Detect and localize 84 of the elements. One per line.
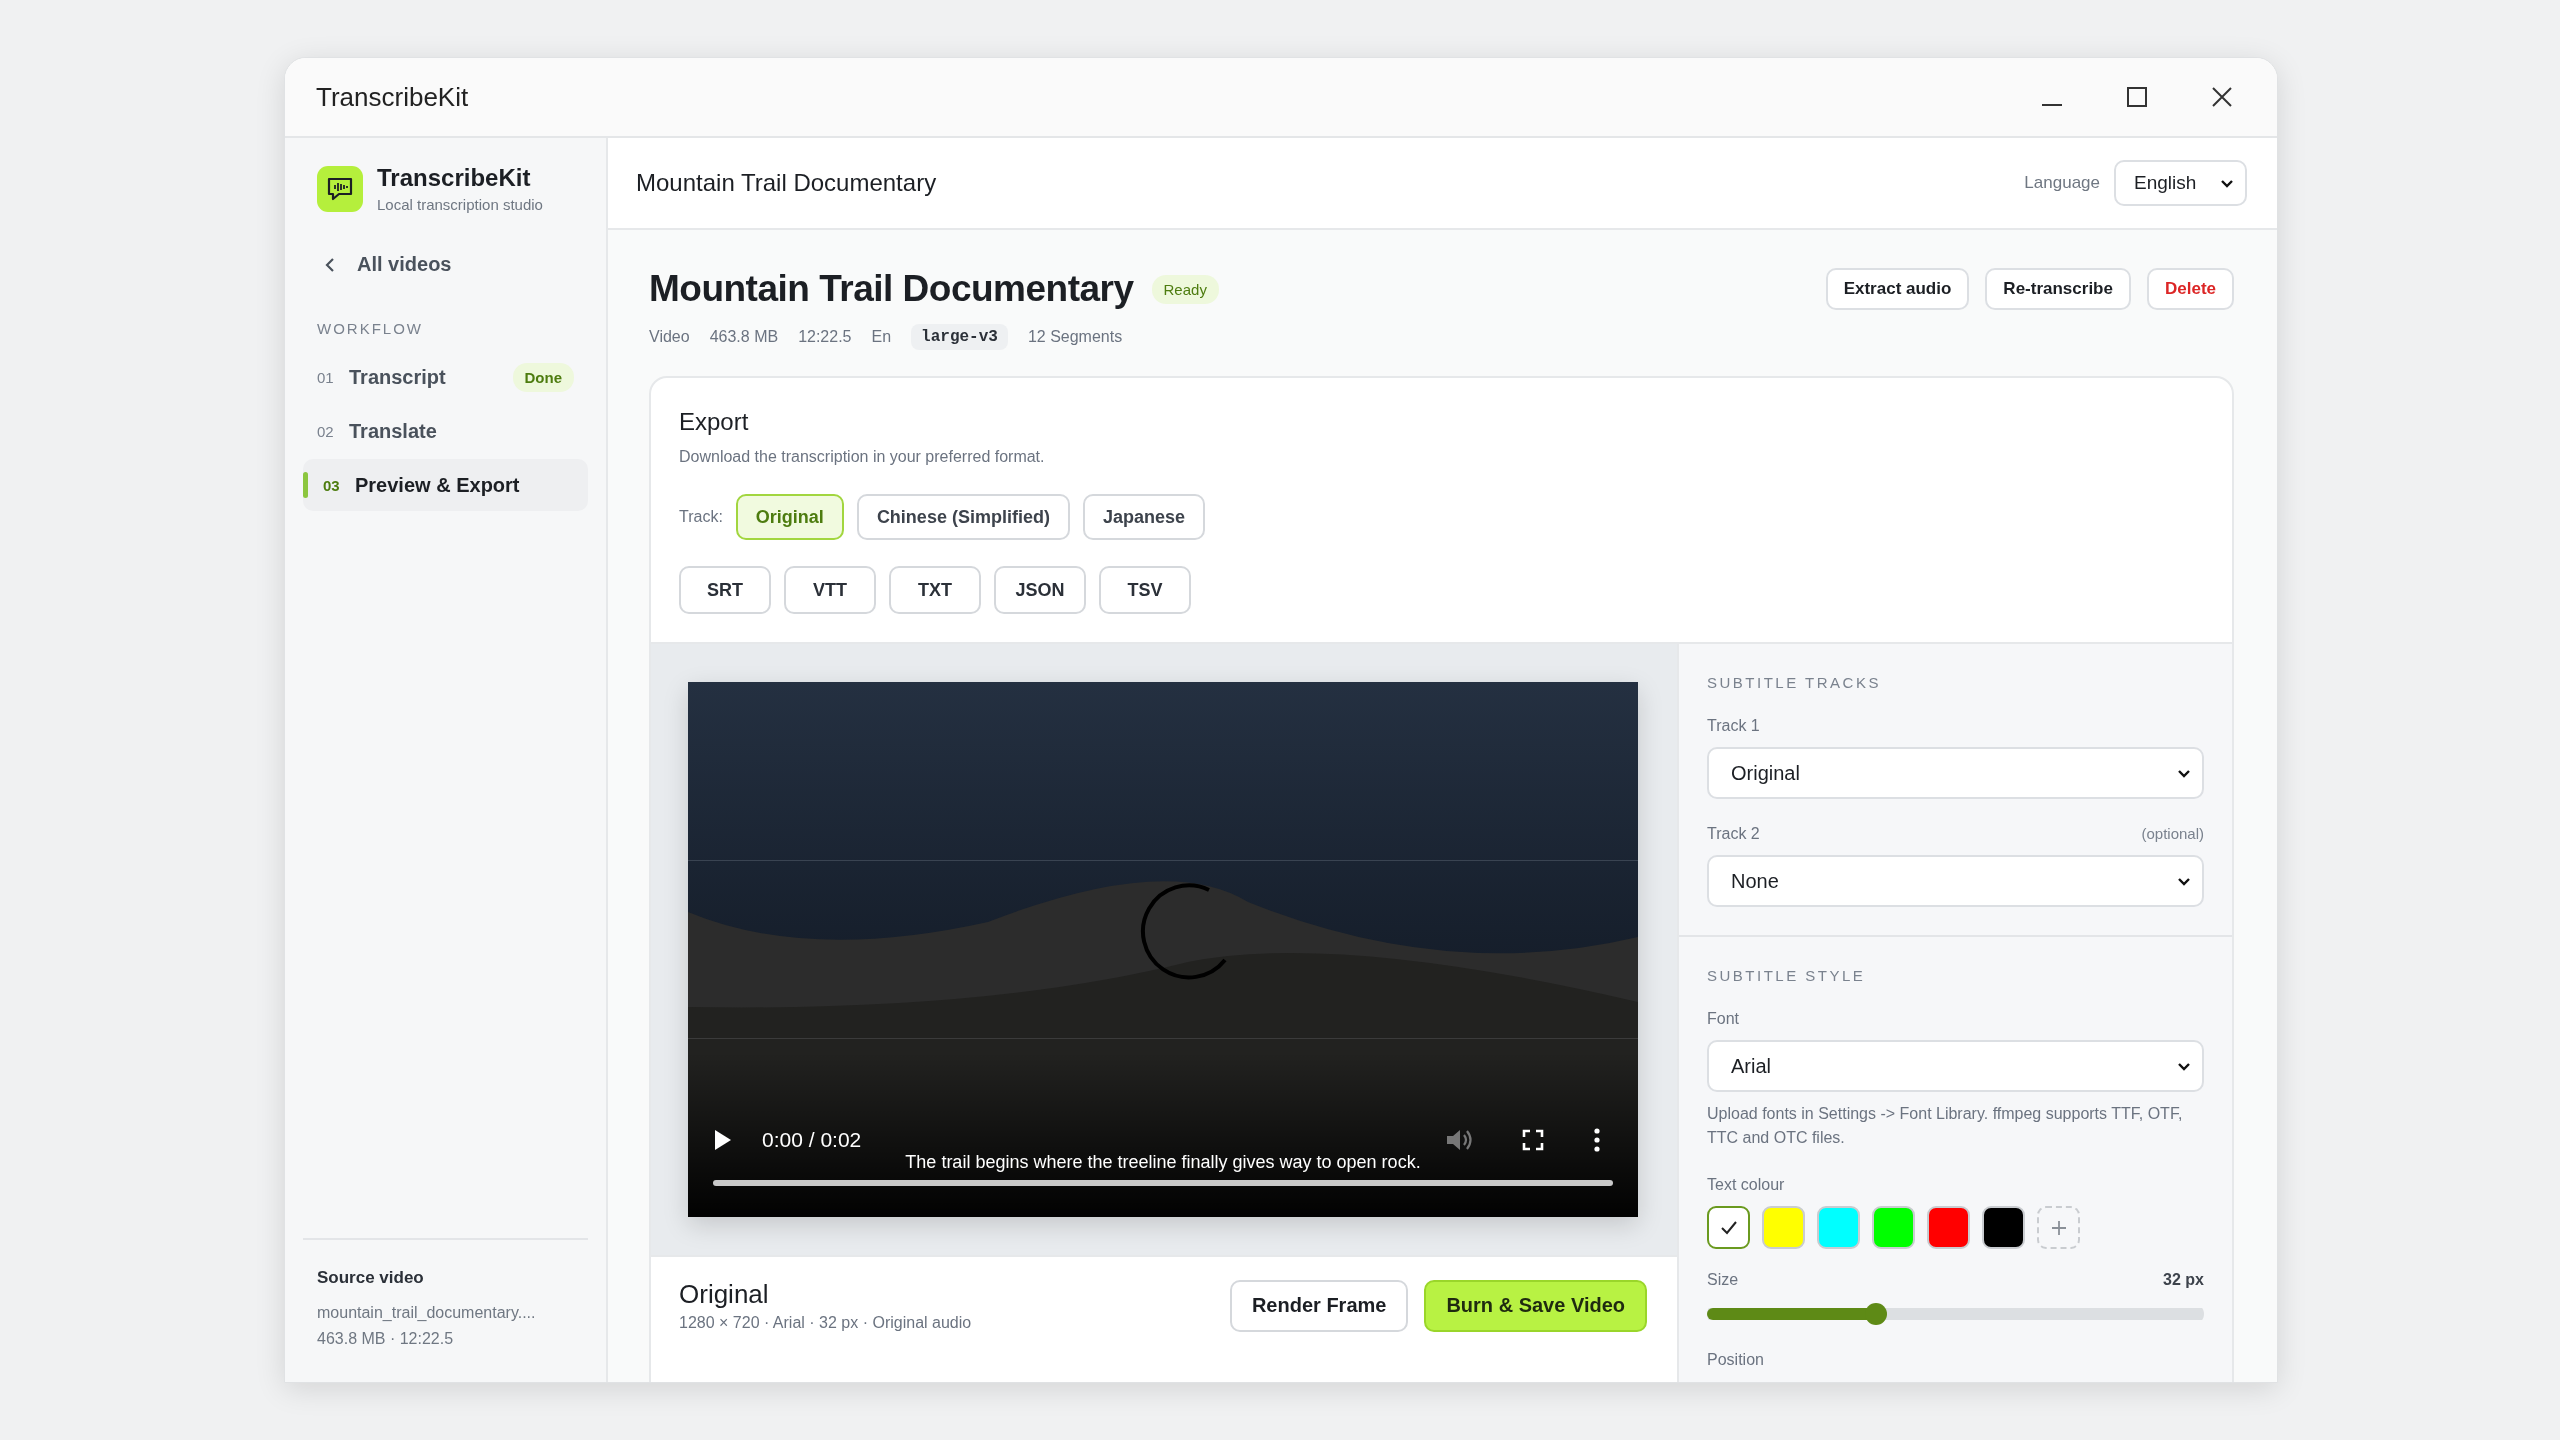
track-option[interactable]: Chinese (Simplified): [856, 494, 1070, 540]
delete-button[interactable]: Delete: [2146, 268, 2234, 310]
track-option[interactable]: Original: [735, 494, 844, 540]
back-link[interactable]: All videos: [325, 253, 452, 276]
volume-icon[interactable]: [1445, 1127, 1473, 1153]
video-title: Mountain Trail Documentary: [649, 268, 1134, 310]
back-icon: [325, 256, 335, 273]
field-label: Font: [1707, 1010, 1739, 1028]
meta-text: En: [871, 328, 892, 346]
time-display: 0:00 / 0:02: [762, 1128, 862, 1152]
size-value: 32 px: [2163, 1271, 2204, 1289]
field-label: Size: [1707, 1271, 1739, 1289]
step-number: 01: [317, 368, 335, 386]
workflow-step[interactable]: 02 Translate: [303, 405, 588, 457]
source-details: 463.8 MB · 12:22.5: [317, 1329, 455, 1349]
colour-swatch[interactable]: [1872, 1206, 1915, 1249]
optional-hint: (optional): [2141, 825, 2204, 843]
format-button[interactable]: TXT: [889, 566, 981, 614]
source-filename: mountain_trail_documentary....: [317, 1303, 537, 1323]
render-button[interactable]: Render Frame: [1229, 1279, 1409, 1332]
format-button[interactable]: TSV: [1099, 566, 1191, 614]
language-select[interactable]: English: [2114, 160, 2247, 206]
colour-swatch[interactable]: [1817, 1206, 1860, 1249]
section-heading: SUBTITLE TRACKS: [1707, 674, 1882, 691]
section-heading: SUBTITLE STYLE: [1707, 967, 1867, 984]
language-label: Language: [2024, 173, 2100, 193]
active-indicator: [303, 472, 308, 498]
field-label: Position: [1707, 1351, 1765, 1369]
format-button[interactable]: JSON: [994, 566, 1086, 614]
track-option[interactable]: Japanese: [1082, 494, 1205, 540]
step-number: 03: [323, 476, 341, 494]
help-text: Upload fonts in Settings -> Font Library. ffmpeg supports TTF, OTF, TTC and OTC files.: [1707, 1104, 2184, 1148]
field-label: Track 2: [1707, 825, 1760, 843]
card-description: Download the transcription in your preferred format.: [679, 448, 1046, 466]
status-badge: Done: [512, 362, 574, 392]
workflow-step[interactable]: 01 Transcript Done: [303, 351, 588, 403]
segment-count: 12 Segments: [1027, 328, 1123, 346]
track-label: Track:: [679, 508, 723, 526]
slider-thumb[interactable]: [1864, 1303, 1887, 1325]
workflow-step[interactable]: 03 Preview & Export: [303, 459, 588, 511]
close-icon: [2211, 86, 2233, 108]
video-player[interactable]: 0:00 / 0:02 The trail begins where the treeline finally gives way to open rock.: [688, 682, 1638, 1217]
colour-swatch[interactable]: [1762, 1206, 1805, 1249]
format-button[interactable]: SRT: [679, 566, 771, 614]
burn-button[interactable]: Burn & Save Video: [1424, 1279, 1647, 1332]
card-title: Export: [679, 408, 750, 436]
colour-swatch[interactable]: [1707, 1206, 1750, 1249]
colour-swatch[interactable]: [1927, 1206, 1970, 1249]
source-heading: Source video: [317, 1268, 425, 1288]
maximize-icon: [2126, 86, 2148, 108]
track-select[interactable]: Original: [1707, 747, 2204, 799]
step-label: Transcript: [349, 365, 447, 389]
track-select[interactable]: None: [1707, 855, 2204, 907]
add-colour-button[interactable]: [2037, 1206, 2080, 1249]
field-label: Text colour: [1707, 1176, 1785, 1194]
meta-text: 463.8 MB: [709, 328, 779, 346]
action-button[interactable]: Re-transcribe: [1985, 268, 2131, 310]
app-logo: [317, 165, 363, 212]
colour-swatch[interactable]: [1982, 1206, 2025, 1249]
action-button[interactable]: Extract audio: [1825, 268, 1970, 310]
window-title: TranscribeKit: [316, 81, 470, 113]
step-label: Translate: [349, 419, 438, 443]
subtitle-caption: The trail begins where the treeline finally gives way to open rock.: [905, 1152, 1421, 1173]
format-button[interactable]: VTT: [784, 566, 876, 614]
meta-text: 12:22.5: [798, 328, 852, 346]
page-title: Mountain Trail Documentary: [636, 169, 938, 197]
more-icon[interactable]: [1593, 1128, 1601, 1152]
font-select[interactable]: Arial: [1707, 1040, 2204, 1092]
check-icon: [1719, 1219, 1738, 1236]
plus-icon: [2049, 1218, 2068, 1237]
preview-details: 1280 × 720 · Arial · 32 px · Original audio: [679, 1314, 972, 1332]
step-label: Preview & Export: [355, 473, 521, 497]
minimize-icon: [2042, 104, 2062, 106]
field-label: Track 1: [1707, 717, 1760, 735]
brand-tagline: Local transcription studio: [377, 196, 543, 213]
fullscreen-icon[interactable]: [1522, 1129, 1544, 1151]
play-icon[interactable]: [713, 1128, 733, 1152]
model-tag: large-v3: [911, 324, 1008, 350]
section-label: WORKFLOW: [317, 320, 424, 337]
status-badge: Ready: [1151, 274, 1219, 304]
step-number: 02: [317, 422, 335, 440]
preview-title: Original: [679, 1279, 770, 1310]
brand-name: TranscribeKit: [377, 164, 532, 192]
meta-text: Video: [649, 328, 690, 346]
